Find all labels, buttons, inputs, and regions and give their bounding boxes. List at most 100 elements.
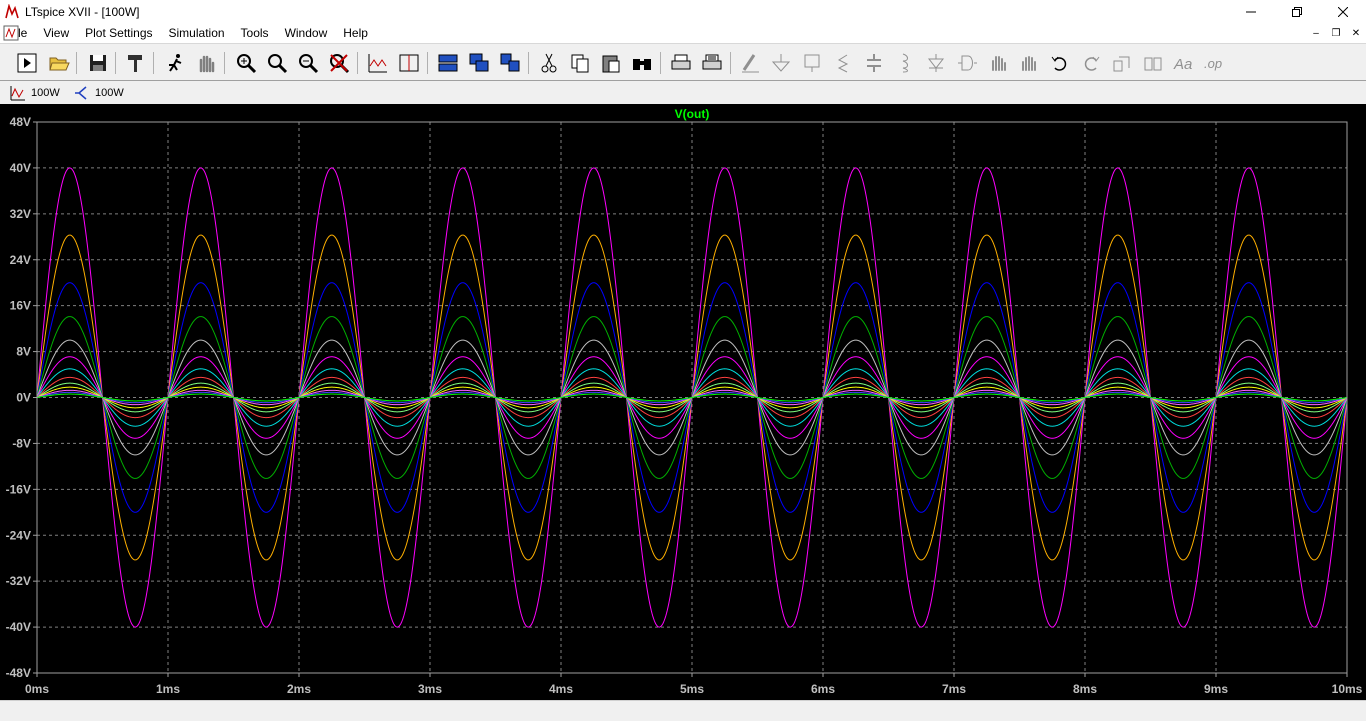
move-button[interactable] (985, 50, 1011, 76)
zoom-out-icon (299, 54, 319, 74)
zoom-in-icon (237, 54, 257, 74)
drag-button[interactable] (1016, 50, 1042, 76)
menu-tools[interactable]: Tools (233, 23, 277, 43)
x-tick-label: 4ms (549, 682, 573, 696)
close-icon: ✕ (1351, 27, 1361, 39)
toolbar: Aa .op (0, 43, 1366, 81)
open-button[interactable] (46, 50, 72, 76)
zoom-full-button[interactable] (264, 50, 290, 76)
label-button[interactable] (799, 50, 825, 76)
run-button[interactable] (14, 50, 40, 76)
running-man-icon (169, 54, 182, 72)
text-icon: Aa (1173, 56, 1192, 73)
paste-icon (602, 55, 620, 73)
svg-text:.op: .op (1204, 56, 1222, 71)
x-tick-label: 3ms (418, 682, 442, 696)
y-tick-label: -24V (6, 528, 31, 542)
schematic-icon (75, 86, 87, 100)
waveform-icon (10, 86, 25, 101)
close-button[interactable] (1320, 0, 1366, 23)
tile-vertical-button[interactable] (497, 50, 523, 76)
mdi-close-button[interactable]: ✕ (1346, 23, 1366, 43)
probe-button[interactable] (162, 50, 188, 76)
tab-schematic[interactable]: 100W (74, 84, 124, 102)
waveform-document-icon[interactable] (3, 25, 19, 41)
scissors-icon (541, 53, 557, 73)
plot-pane[interactable]: V(out) 0ms 1ms 2ms 3ms 4ms 5ms 6ms 7ms 8ms 9ms 10m… (0, 104, 1366, 700)
pan-button[interactable] (193, 50, 219, 76)
menu-help[interactable]: Help (335, 23, 376, 43)
tab-waveform-label: 100W (31, 87, 60, 99)
capacitor-icon (867, 54, 881, 72)
print-button[interactable] (668, 50, 694, 76)
copy-icon (571, 54, 589, 73)
inductor-button[interactable] (892, 50, 918, 76)
menu-plot-settings[interactable]: Plot Settings (77, 23, 160, 43)
mirror-icon (1144, 57, 1162, 71)
y-tick-label: 48V (10, 115, 31, 129)
y-tick-label: 16V (10, 299, 31, 313)
menu-simulation[interactable]: Simulation (161, 23, 233, 43)
ground-button[interactable] (768, 50, 794, 76)
tile-horizontal-button[interactable] (435, 50, 461, 76)
spice-directive-button[interactable]: .op (1202, 50, 1228, 76)
printer-icon (671, 54, 691, 70)
cascade-button[interactable] (466, 50, 492, 76)
wire-button[interactable] (737, 50, 763, 76)
print-setup-button[interactable] (699, 50, 725, 76)
save-icon (90, 55, 106, 71)
waveform-chart[interactable]: V(out) 0ms 1ms 2ms 3ms 4ms 5ms 6ms 7ms 8ms 9ms 10m… (0, 104, 1366, 700)
y-tick-label: 8V (16, 345, 31, 359)
y-tick-label: -40V (6, 620, 31, 634)
y-tick-label: -16V (6, 482, 31, 496)
menu-bar: File View Plot Settings Simulation Tools… (0, 23, 1366, 43)
tab-waveform[interactable]: 100W (10, 84, 60, 102)
redo-icon (1084, 56, 1100, 71)
mirror-button[interactable] (1140, 50, 1166, 76)
x-tick-label: 5ms (680, 682, 704, 696)
restore-button[interactable] (1274, 0, 1320, 23)
x-tick-label: 1ms (156, 682, 180, 696)
cascade-icon (469, 53, 489, 72)
copy-button[interactable] (567, 50, 593, 76)
rotate-icon (1113, 56, 1130, 72)
settings-button[interactable] (123, 50, 149, 76)
save-button[interactable] (85, 50, 111, 76)
restore-icon (1292, 6, 1302, 17)
zoom-in-button[interactable] (233, 50, 259, 76)
zoom-out-button[interactable] (295, 50, 321, 76)
menu-window[interactable]: Window (277, 23, 336, 43)
rotate-button[interactable] (1109, 50, 1135, 76)
menu-view[interactable]: View (35, 23, 77, 43)
mdi-minimize-button[interactable]: – (1306, 23, 1326, 43)
cursor-button[interactable] (396, 50, 422, 76)
component-button[interactable] (954, 50, 980, 76)
redo-button[interactable] (1078, 50, 1104, 76)
chart-title[interactable]: V(out) (675, 107, 710, 121)
y-tick-label: 0V (16, 391, 31, 405)
cut-button[interactable] (536, 50, 562, 76)
paste-button[interactable] (598, 50, 624, 76)
resistor-button[interactable] (830, 50, 856, 76)
window-tab-bar: 100W 100W (0, 82, 1366, 104)
move-hand-icon (992, 56, 1006, 71)
print-setup-icon (702, 54, 722, 70)
y-tick-label: -48V (6, 666, 31, 680)
drag-hand-icon (1022, 56, 1036, 71)
autorange-button[interactable] (365, 50, 391, 76)
diode-button[interactable] (923, 50, 949, 76)
text-button[interactable]: Aa (1171, 50, 1197, 76)
status-bar (0, 700, 1366, 721)
y-tick-label: -8V (12, 436, 31, 450)
minimize-button[interactable] (1228, 0, 1274, 23)
find-button[interactable] (629, 50, 655, 76)
capacitor-button[interactable] (861, 50, 887, 76)
window-title: LTspice XVII - [100W] (25, 4, 140, 19)
diode-icon (927, 54, 945, 72)
minimize-icon: – (1313, 27, 1319, 39)
mdi-restore-button[interactable]: ❐ (1326, 23, 1346, 43)
zoom-cancel-button[interactable] (326, 50, 352, 76)
net-label-icon (804, 54, 820, 72)
undo-button[interactable] (1047, 50, 1073, 76)
ltspice-logo-icon (5, 3, 19, 18)
